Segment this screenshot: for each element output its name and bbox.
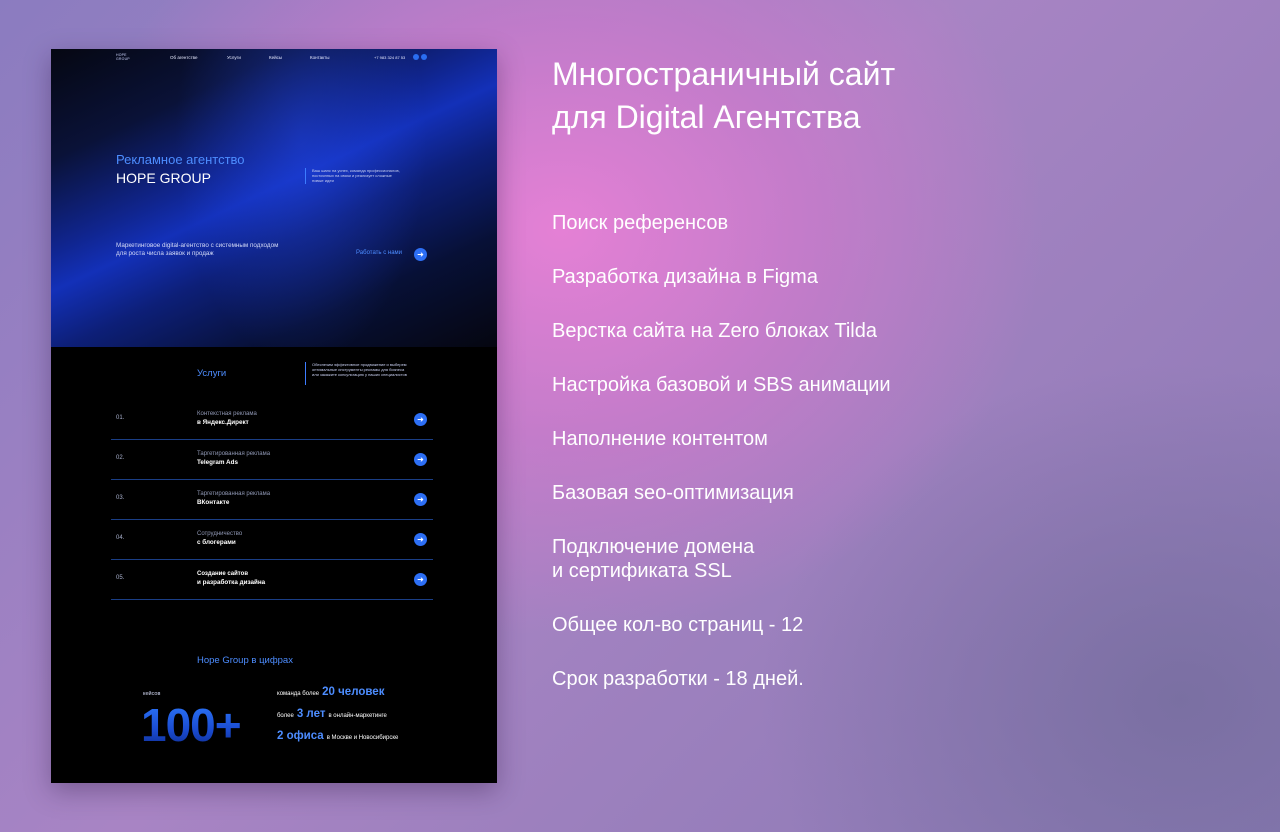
service-row[interactable]: 03. Таргетированная реклама ВКонтакте ➜ — [111, 480, 433, 520]
service-number: 03. — [116, 495, 125, 501]
arrow-right-icon[interactable]: ➜ — [414, 493, 427, 506]
hero-title-line2: HOPE GROUP — [116, 170, 211, 186]
service-label: Таргетированная реклама — [197, 451, 271, 457]
feature-item: Разработка дизайна в Figma — [552, 266, 818, 288]
service-number: 02. — [116, 455, 125, 461]
project-title-line2: для Digital Агентства — [552, 99, 861, 135]
hero-subtitle: Маркетинговое digital-агентство с систем… — [116, 242, 279, 257]
services-title: Услуги — [197, 368, 227, 379]
stat-years-value: 3 лет — [296, 708, 326, 720]
stat-offices: 2 офиса в Москве и Новосибирске — [274, 730, 398, 742]
service-number: 05. — [116, 575, 125, 581]
nav-item-about[interactable]: Об агентстве — [170, 55, 198, 60]
feature-item: Поиск референсов — [552, 212, 729, 234]
stat-years-pre: более — [277, 713, 294, 719]
services-divider — [305, 362, 306, 385]
stat-years: более 3 лет в онлайн-маркетинге — [277, 708, 387, 720]
service-number: 01. — [116, 415, 125, 421]
stats-title: Hope Group в цифрах — [197, 655, 293, 666]
stat-years-post: в онлайн-маркетинге — [328, 713, 387, 719]
stat-team-pre: команда более — [277, 691, 320, 697]
hero-title-line1: Рекламное агентство — [116, 152, 245, 167]
services-aside-text: Обеспечим эффективное продвижение и выбе… — [312, 362, 407, 377]
nav-item-cases[interactable]: Кейсы — [269, 55, 282, 60]
arrow-right-icon[interactable]: ➜ — [414, 533, 427, 546]
service-row[interactable]: 04. Сотрудничество с блогерами ➜ — [111, 520, 433, 560]
stat-team-value: 20 человек — [322, 686, 385, 698]
feature-item: Общее кол-во страниц - 12 — [552, 614, 804, 636]
arrow-right-icon[interactable]: ➜ — [414, 453, 427, 466]
whatsapp-icon[interactable] — [421, 54, 427, 60]
project-title: Многостраничный сайт для Digital Агентст… — [552, 53, 1072, 139]
nav-phone[interactable]: +7 983 324 87 53 — [374, 55, 405, 60]
stat-team: команда более 20 человек — [277, 686, 387, 698]
feature-item: Наполнение контентом — [552, 428, 768, 450]
service-row[interactable]: 02. Таргетированная реклама Telegram Ads… — [111, 440, 433, 480]
feature-item: Подключение домена — [552, 536, 755, 558]
service-label-bold: с блогерами — [197, 539, 236, 546]
project-title-line1: Многостраничный сайт — [552, 56, 896, 92]
nav-item-services[interactable]: Услуги — [227, 55, 241, 60]
service-label-bold: Telegram Ads — [197, 459, 238, 466]
service-number: 04. — [116, 535, 125, 541]
logo[interactable]: HOPE GROUP — [116, 53, 136, 61]
feature-item: Базовая seo-оптимизация — [552, 482, 794, 504]
service-label-bold: ВКонтакте — [197, 499, 230, 506]
service-label: Сотрудничество — [197, 531, 243, 537]
feature-item: Срок разработки - 18 дней. — [552, 668, 804, 690]
arrow-right-icon[interactable]: ➜ — [414, 248, 427, 261]
feature-item: Верстка сайта на Zero блоках Tilda — [552, 320, 877, 342]
service-label-bold: в Яндекс.Директ — [197, 419, 249, 426]
service-label: Контекстная реклама — [197, 411, 257, 417]
feature-item: Настройка базовой и SBS анимации — [552, 374, 891, 396]
website-mockup: HOPE GROUP Об агентстве Услуги Кейсы Кон… — [51, 49, 497, 783]
service-label-bold: и разработка дизайна — [197, 579, 266, 586]
service-row[interactable]: 01. Контекстная реклама в Яндекс.Директ … — [111, 400, 433, 440]
stats-cases-label: кейсов — [143, 691, 161, 697]
stats-cases-value: 100+ — [141, 699, 242, 751]
service-row[interactable]: 05. Создание сайтов и разработка дизайна… — [111, 560, 433, 600]
stat-offices-post: в Москве и Новосибирске — [326, 735, 399, 741]
telegram-icon[interactable] — [413, 54, 419, 60]
hero-section — [51, 49, 497, 347]
service-label: Таргетированная реклама — [197, 491, 271, 497]
hero-cta-link[interactable]: Работать с нами — [356, 250, 402, 256]
nav-item-contacts[interactable]: Контакты — [310, 55, 329, 60]
stat-offices-value: 2 офиса — [277, 730, 324, 742]
hero-divider — [305, 168, 306, 184]
service-label: Создание сайтов — [197, 571, 249, 577]
hero-aside-text: Ваш шанс на успех, команда профессионало… — [312, 168, 400, 183]
feature-item: и сертификата SSL — [552, 560, 732, 582]
mockup-nav: HOPE GROUP Об агентстве Услуги Кейсы Кон… — [51, 49, 497, 67]
arrow-right-icon[interactable]: ➜ — [414, 573, 427, 586]
arrow-right-icon[interactable]: ➜ — [414, 413, 427, 426]
